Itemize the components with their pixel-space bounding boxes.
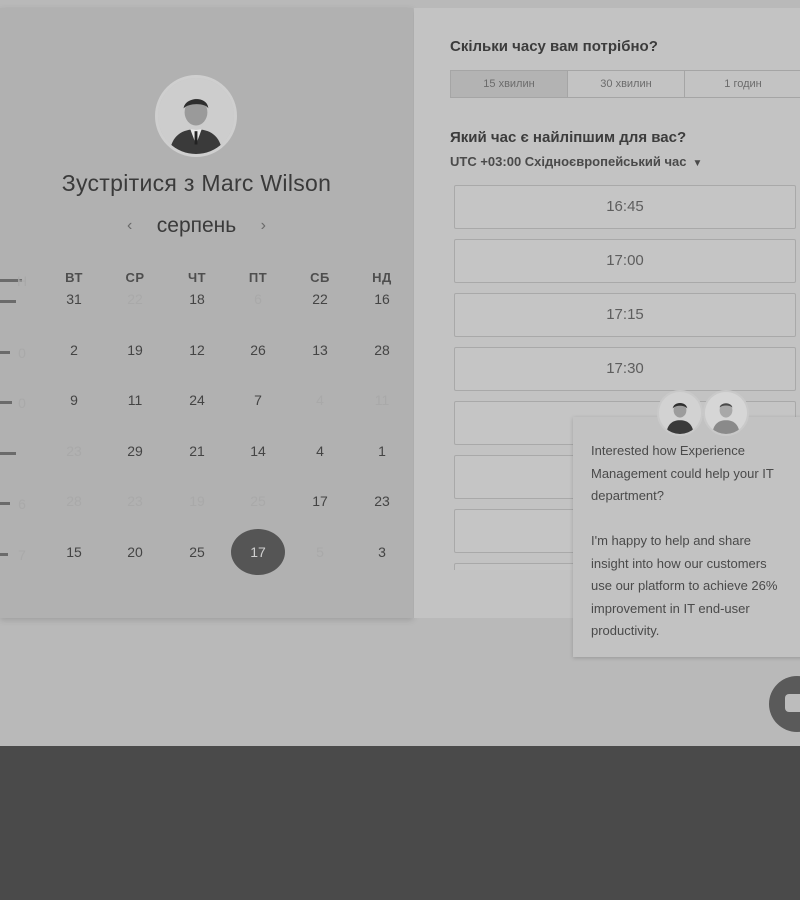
calendar-day[interactable]: 26 — [233, 342, 283, 358]
timezone-label: UTC +03:00 Східноєвропейський час — [450, 154, 687, 169]
clipped-column-mark — [0, 351, 10, 354]
chat-message-line: department? — [591, 488, 664, 503]
duration-option[interactable]: 1 годин — [685, 71, 800, 97]
clipped-column-mark — [0, 452, 16, 455]
clipped-day: 0 — [18, 345, 26, 361]
calendar-day[interactable]: 19 — [172, 493, 222, 509]
clipped-day: 7 — [18, 547, 26, 563]
clipped-day: 6 — [18, 496, 26, 512]
calendar-day[interactable]: 22 — [295, 291, 345, 307]
person-icon — [158, 78, 234, 154]
calendar-day[interactable]: 9 — [49, 392, 99, 408]
calendar-day[interactable]: 23 — [357, 493, 407, 509]
agent-avatar — [703, 390, 749, 436]
time-slot[interactable]: 17:30 — [454, 347, 796, 391]
chat-message-line: I'm happy to help and share — [591, 533, 752, 548]
time-question: Який час є найліпшим для вас? — [450, 129, 687, 146]
host-avatar — [155, 75, 237, 157]
month-label: серпень — [156, 214, 237, 237]
calendar-day[interactable]: 4 — [295, 392, 345, 408]
calendar-day[interactable]: 15 — [49, 544, 99, 560]
calendar-day[interactable]: 23 — [110, 493, 160, 509]
duration-selector: 15 хвилин 30 хвилин 1 годин — [450, 70, 800, 98]
calendar-day[interactable]: 22 — [110, 291, 160, 307]
calendar-day[interactable]: 29 — [110, 443, 160, 459]
clipped-column-mark — [0, 502, 10, 505]
month-navigation: ‹ серпень › — [0, 214, 393, 238]
calendar-day[interactable]: 25 — [172, 544, 222, 560]
calendar-day[interactable]: 20 — [110, 544, 160, 560]
calendar-day[interactable]: 6 — [233, 291, 283, 307]
calendar-day[interactable]: 31 — [49, 291, 99, 307]
chat-message-line: use our platform to achieve 26% — [591, 578, 778, 593]
calendar-day[interactable]: 11 — [110, 392, 160, 408]
selected-day[interactable]: 17 — [231, 529, 285, 575]
calendar-day[interactable]: 11 — [357, 392, 407, 408]
agent-avatar — [657, 390, 703, 436]
chat-message-line: improvement in IT end-user — [591, 600, 750, 616]
chat-bubble-icon — [785, 694, 800, 712]
weekday-header: ВТ — [65, 270, 83, 285]
calendar-day[interactable]: 25 — [233, 493, 283, 509]
chevron-right-icon[interactable]: › — [261, 217, 266, 235]
calendar-panel: Зустрітися з Marc Wilson ‹ серпень › ВТ С… — [0, 8, 413, 618]
duration-option[interactable]: 15 хвилин — [451, 71, 568, 97]
weekday-header: СБ — [310, 270, 330, 285]
meet-title: Зустрітися з Marc Wilson — [61, 170, 332, 196]
time-slot[interactable]: 16:45 — [454, 185, 796, 229]
calendar-day[interactable]: 28 — [49, 493, 99, 509]
person-icon — [659, 392, 701, 434]
clipped-day: 0 — [18, 395, 26, 411]
calendar-day[interactable]: 18 — [172, 291, 222, 307]
chat-message-line: Interested how Experience — [591, 443, 745, 458]
clipped-column-mark — [0, 300, 16, 303]
footer-band — [0, 746, 800, 900]
time-slot[interactable]: 17:15 — [454, 293, 796, 337]
weekday-header: СР — [125, 270, 145, 285]
calendar-day[interactable]: 24 — [172, 392, 222, 408]
calendar-day[interactable]: 4 — [295, 443, 345, 459]
calendar-day[interactable]: 12 — [172, 342, 222, 358]
calendar-day[interactable]: 21 — [172, 443, 222, 459]
calendar-day[interactable]: 7 — [233, 392, 283, 408]
chat-message-line: Management could help your IT — [591, 465, 774, 481]
calendar-day[interactable]: 1 — [357, 443, 407, 459]
caret-down-icon: ▼ — [692, 158, 703, 169]
weekday-header: ПТ — [248, 270, 268, 285]
timezone-selector[interactable]: UTC +03:00 Східноєвропейський час ▼ — [450, 154, 702, 169]
calendar-day[interactable]: 23 — [49, 443, 99, 459]
duration-question: Скільки часу вам потрібно? — [450, 38, 658, 55]
chevron-left-icon[interactable]: ‹ — [127, 217, 132, 235]
weekday-header: НД — [372, 270, 392, 285]
calendar-day[interactable]: 16 — [357, 291, 407, 307]
calendar-day[interactable]: 3 — [357, 544, 407, 560]
calendar-day[interactable]: 17 — [295, 493, 345, 509]
calendar-day[interactable]: 5 — [295, 544, 345, 560]
calendar-day[interactable]: 19 — [110, 342, 160, 358]
duration-option[interactable]: 30 хвилин — [568, 71, 685, 97]
calendar-day[interactable]: 28 — [357, 342, 407, 358]
time-slot[interactable]: 17:00 — [454, 239, 796, 283]
calendar-day[interactable]: 13 — [295, 342, 345, 358]
calendar-day[interactable]: 14 — [233, 443, 283, 459]
person-icon — [705, 392, 747, 434]
chat-message-line: insight into how our customers — [591, 555, 767, 571]
chat-message-line: productivity. — [591, 623, 660, 638]
clipped-column-mark — [0, 401, 12, 404]
clipped-day: Н — [16, 273, 28, 289]
weekday-header: ЧТ — [187, 270, 207, 285]
calendar-day[interactable]: 2 — [49, 342, 99, 358]
clipped-column-mark — [0, 553, 8, 556]
